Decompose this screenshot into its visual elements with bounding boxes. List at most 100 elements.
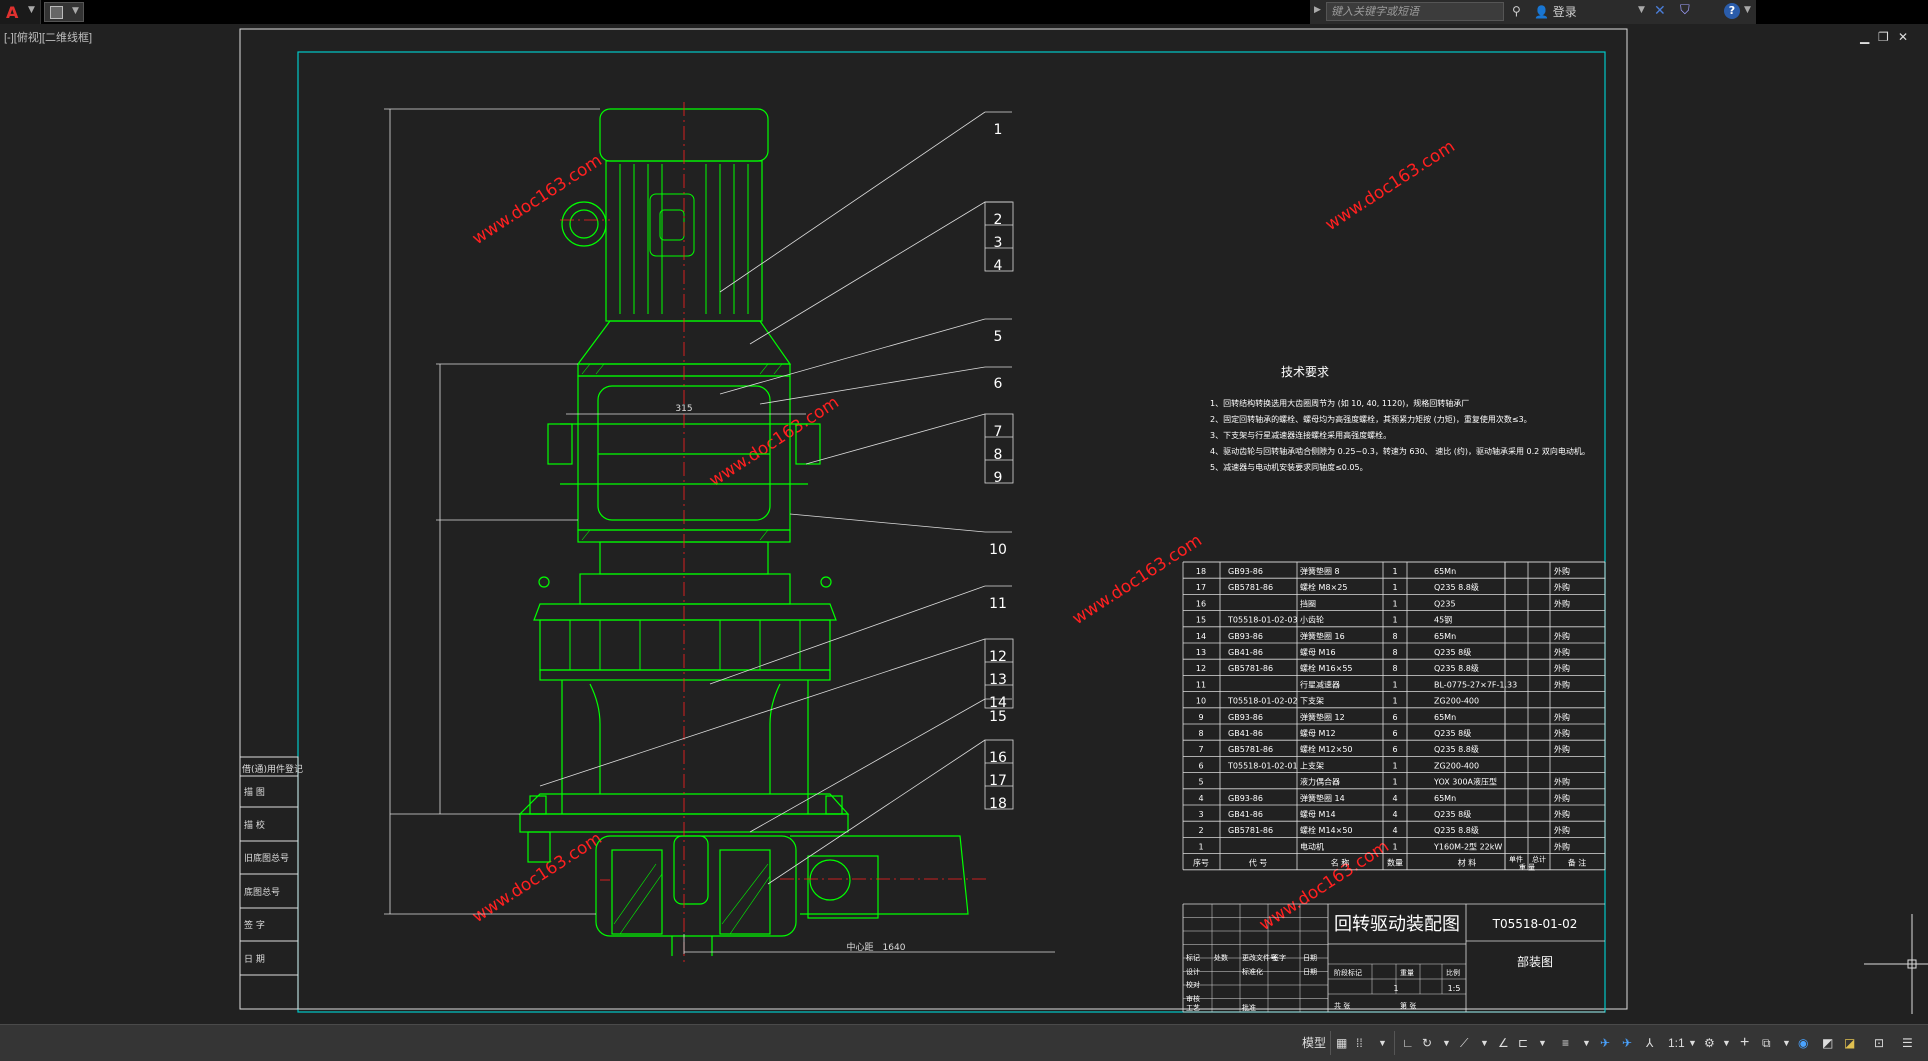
- polar-icon[interactable]: ↻: [1422, 1034, 1432, 1052]
- chevron-down-icon[interactable]: ▼: [1582, 1034, 1591, 1052]
- login-button[interactable]: 👤 登录: [1534, 3, 1577, 20]
- bom-name: 下支架: [1300, 696, 1324, 706]
- application-menu-button[interactable]: A ▼: [0, 0, 41, 24]
- chevron-down-icon[interactable]: ▼: [1688, 1034, 1697, 1052]
- chevron-down-icon[interactable]: ▼: [1722, 1034, 1731, 1052]
- bom-name: 上支架: [1300, 760, 1324, 770]
- chevron-down-icon[interactable]: ▼: [1782, 1034, 1791, 1052]
- bom-note: 外购: [1554, 728, 1570, 738]
- bom-code: GB93-86: [1228, 794, 1263, 803]
- expand-arrow-icon[interactable]: ▶: [1314, 5, 1321, 15]
- drawing-qty: 1: [1393, 984, 1398, 993]
- chevron-down-icon[interactable]: ▼: [1378, 1034, 1387, 1052]
- chevron-down-icon: ▼: [28, 5, 35, 15]
- bom-no: 14: [1196, 632, 1206, 641]
- angle-icon[interactable]: ∠: [1498, 1034, 1509, 1052]
- snap-icon[interactable]: ⁞⁞: [1356, 1034, 1363, 1052]
- chevron-down-icon[interactable]: ▼: [1638, 5, 1645, 15]
- lineweight-icon[interactable]: ≡: [1562, 1034, 1569, 1052]
- part-number: 13: [989, 672, 1007, 688]
- drawing-canvas[interactable]: 借(通)用件登记描 图描 校旧底图总号底图总号签 字日 期 www.doc163…: [0, 24, 1928, 1024]
- center-lines: [560, 102, 990, 964]
- drawing-frame: [298, 52, 1605, 1012]
- bom-name: 弹簧垫圈 16: [1300, 631, 1345, 641]
- bom-name: 行星减速器: [1300, 679, 1340, 689]
- bom-qty: 1: [1392, 761, 1397, 770]
- bom-qty: 1: [1392, 567, 1397, 576]
- title-block: 回转驱动装配图T05518-01-02部装图1:51标记处数更改文件号签字日期设…: [1183, 904, 1605, 1012]
- bom-name: 弹簧垫圈 14: [1300, 793, 1345, 803]
- annotation-visibility-icon[interactable]: ✈: [1622, 1034, 1632, 1052]
- side-table-label: 底图总号: [244, 886, 280, 898]
- ucs-icon[interactable]: ⊏: [1518, 1034, 1528, 1052]
- side-table-title: 借(通)用件登记: [242, 763, 303, 775]
- search-input[interactable]: 键入关键字或短语: [1326, 2, 1504, 21]
- workspace-icon[interactable]: ⧉: [1762, 1034, 1771, 1052]
- tech-req-item: 5、减速器与电动机安装要求同轴度≤0.05。: [1210, 462, 1368, 472]
- chevron-down-icon[interactable]: ▼: [1480, 1034, 1489, 1052]
- bom-qty: 6: [1392, 745, 1397, 754]
- bom-note: 外购: [1554, 582, 1570, 592]
- title-block-label: 设计: [1186, 967, 1200, 976]
- bom-code: GB41-86: [1228, 729, 1263, 738]
- part-number: 8: [994, 447, 1003, 463]
- annotation-scale[interactable]: 1:1: [1668, 1034, 1685, 1052]
- help-icon[interactable]: ?: [1724, 3, 1740, 19]
- ortho-icon[interactable]: ∟: [1402, 1034, 1414, 1052]
- bom-material: 65Mn: [1434, 794, 1456, 803]
- part-number: 11: [989, 596, 1007, 612]
- bom-qty: 4: [1392, 826, 1397, 835]
- grid-icon[interactable]: ▦: [1336, 1034, 1347, 1052]
- watermark-text: www.doc163.com: [1322, 136, 1459, 235]
- part-number: 17: [989, 773, 1007, 789]
- bom-header: 代 号: [1249, 858, 1268, 868]
- tech-req-title: 技术要求: [1281, 365, 1329, 379]
- drawing-type: 部装图: [1517, 954, 1553, 969]
- bom-qty: 1: [1392, 842, 1397, 851]
- chevron-down-icon[interactable]: ▼: [1744, 5, 1751, 15]
- bom-code: GB41-86: [1228, 810, 1263, 819]
- bom-code: T05518-01-02-01: [1227, 761, 1298, 770]
- customize-menu-icon[interactable]: ☰: [1902, 1034, 1913, 1052]
- bom-name: 弹簧垫圈 8: [1300, 566, 1340, 576]
- dim-value: 315: [675, 404, 692, 414]
- bom-note: 外购: [1554, 631, 1570, 641]
- binoculars-icon[interactable]: ⚲: [1512, 4, 1521, 18]
- annotation-scale-icon[interactable]: ✈: [1600, 1034, 1610, 1052]
- bom-material: ZG200-400: [1434, 697, 1479, 706]
- part-number: 5: [994, 329, 1003, 345]
- bom-header: 材 料: [1458, 858, 1477, 868]
- bom-qty: 4: [1392, 810, 1397, 819]
- isolate-icon[interactable]: ◉: [1798, 1034, 1808, 1052]
- user-icon[interactable]: ⛉: [1680, 3, 1690, 18]
- watermark-text: www.doc163.com: [469, 828, 606, 927]
- bom-qty: 8: [1392, 648, 1397, 657]
- bom-qty: 1: [1392, 599, 1397, 608]
- title-block-label: 审核: [1186, 994, 1200, 1003]
- title-block-label: 工艺: [1186, 1004, 1200, 1012]
- plus-icon[interactable]: +: [1740, 1034, 1749, 1052]
- bom-name: 螺栓 M12×50: [1300, 744, 1353, 754]
- annotation-icon[interactable]: ⅄: [1646, 1034, 1653, 1052]
- hardware-acceleration-icon[interactable]: ◩: [1822, 1034, 1833, 1052]
- dim-label: 中心距: [846, 941, 873, 953]
- bom-material: 65Mn: [1434, 632, 1456, 641]
- gear-icon[interactable]: ⚙: [1704, 1034, 1715, 1052]
- bom-material: Q235 8.8级: [1434, 582, 1479, 592]
- bom-no: 8: [1198, 729, 1203, 738]
- chevron-down-icon[interactable]: ▼: [1442, 1034, 1451, 1052]
- part-number: 15: [989, 709, 1007, 725]
- bom-header: 总计: [1532, 855, 1546, 864]
- osnap-icon[interactable]: ⟋: [1460, 1034, 1468, 1052]
- clean-screen-icon[interactable]: ◪: [1844, 1034, 1855, 1052]
- bom-note: 外购: [1554, 712, 1570, 722]
- bom-code: GB5781-86: [1228, 826, 1273, 835]
- bom-no: 18: [1196, 567, 1206, 576]
- bom-code: GB93-86: [1228, 567, 1263, 576]
- bom-material: Y160M-2型 22kW: [1433, 842, 1502, 851]
- chevron-down-icon[interactable]: ▼: [1538, 1034, 1547, 1052]
- model-tab[interactable]: 模型: [1302, 1034, 1326, 1052]
- fullscreen-icon[interactable]: ⊡: [1874, 1034, 1884, 1052]
- exchange-icon[interactable]: ✕: [1654, 3, 1666, 19]
- quick-access-button[interactable]: ▼: [44, 2, 84, 22]
